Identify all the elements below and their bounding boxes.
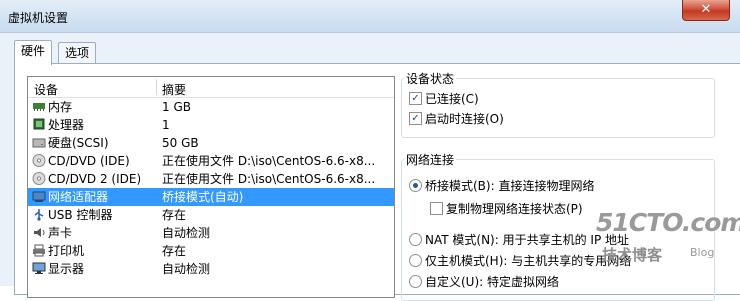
device-row-hard-disk[interactable]: 硬盘(SCSI) 50 GB [28,134,394,152]
connect-at-power-on-label[interactable]: 启动时连接(O) [425,110,504,127]
sound-card-icon [32,226,46,239]
device-row-printer[interactable]: 打印机 存在 [28,242,394,260]
device-summary: 存在 [162,208,187,222]
close-icon: ✕ [700,2,712,17]
custom-label[interactable]: 自定义(U): 特定虚拟网络 [425,273,559,290]
custom-radio[interactable] [409,275,422,288]
column-header-device[interactable]: 设备 [34,81,58,98]
printer-icon [32,244,46,257]
device-row-cd-dvd[interactable]: CD/DVD (IDE) 正在使用文件 D:\iso\CentOS-6.6-x8… [28,152,394,170]
device-status-group: 设备状态 ✓ 已连接(C) ✓ 启动时连接(O) [401,70,715,138]
window-title: 虚拟机设置 [8,11,69,25]
device-name: USB 控制器 [48,208,113,222]
watermark: 51CTO.com 技术博客 Blog [596,208,740,266]
tab-options-label: 选项 [65,46,90,60]
usb-icon [32,208,46,221]
device-summary: 自动检测 [162,262,211,276]
watermark-logo: 51CTO.com [596,208,740,237]
device-summary: 正在使用文件 D:\iso\CentOS-6.6-x8... [162,172,376,186]
tab-options[interactable]: 选项 [58,42,97,64]
memory-icon [32,100,46,113]
display-icon [32,262,46,275]
replicate-state-checkbox[interactable] [430,202,443,215]
device-summary: 存在 [162,244,187,258]
device-summary: 1 [162,118,170,132]
device-status-title: 设备状态 [404,70,457,87]
device-name: 处理器 [48,118,85,132]
device-row-memory[interactable]: 内存 1 GB [28,98,394,116]
network-connection-title: 网络连接 [404,151,457,168]
connected-checkbox[interactable]: ✓ [409,92,422,105]
nat-radio[interactable] [409,233,422,246]
device-row-sound-card[interactable]: 声卡 自动检测 [28,224,394,242]
column-header-summary[interactable]: 摘要 [162,81,186,98]
device-list-header: 设备 摘要 [28,77,394,98]
device-name: 网络适配器 [48,190,109,204]
processor-icon [32,118,46,131]
column-divider[interactable] [156,79,157,95]
cd-dvd-icon [32,172,46,185]
device-row-processor[interactable]: 处理器 1 [28,116,394,134]
device-row-network-adapter[interactable]: 网络适配器 桥接模式(自动) [28,188,394,206]
connected-label[interactable]: 已连接(C) [425,90,479,107]
device-name: 声卡 [48,226,73,240]
device-summary: 自动检测 [162,226,211,240]
device-row-display[interactable]: 显示器 自动检测 [28,260,394,278]
device-name: 硬盘(SCSI) [48,136,109,150]
replicate-state-label[interactable]: 复制物理网络连接状态(P) [446,200,583,217]
device-summary: 1 GB [162,100,191,114]
tab-hardware[interactable]: 硬件 [14,40,53,65]
device-name: CD/DVD 2 (IDE) [48,172,142,186]
title-bar: 虚拟机设置 ✕ [0,0,740,33]
device-name: 内存 [48,100,73,114]
close-button[interactable]: ✕ [682,0,730,21]
network-adapter-icon [32,190,46,203]
connect-at-power-on-checkbox[interactable]: ✓ [409,112,422,125]
device-row-cd-dvd-2[interactable]: CD/DVD 2 (IDE) 正在使用文件 D:\iso\CentOS-6.6-… [28,170,394,188]
host-only-radio[interactable] [409,254,422,267]
device-name: 打印机 [48,244,85,258]
device-summary: 桥接模式(自动) [162,190,244,204]
watermark-blog: Blog [690,246,715,259]
tab-hardware-label: 硬件 [21,44,46,58]
device-summary: 正在使用文件 D:\iso\CentOS-6.6-x8... [162,154,376,168]
hard-disk-icon [32,136,46,149]
device-summary: 50 GB [162,136,199,150]
cd-dvd-icon [32,154,46,167]
watermark-subtitle: 技术博客 [602,246,663,264]
device-name: 显示器 [48,262,85,276]
device-name: CD/DVD (IDE) [48,154,130,168]
device-row-usb-controller[interactable]: USB 控制器 存在 [28,206,394,224]
bridged-radio[interactable] [409,179,422,192]
bridged-label[interactable]: 桥接模式(B): 直接连接物理网络 [425,177,594,194]
device-list[interactable]: 设备 摘要 内存 1 GB 处理器 1 硬盘(SCSI) 50 GB CD/DV… [27,76,395,298]
